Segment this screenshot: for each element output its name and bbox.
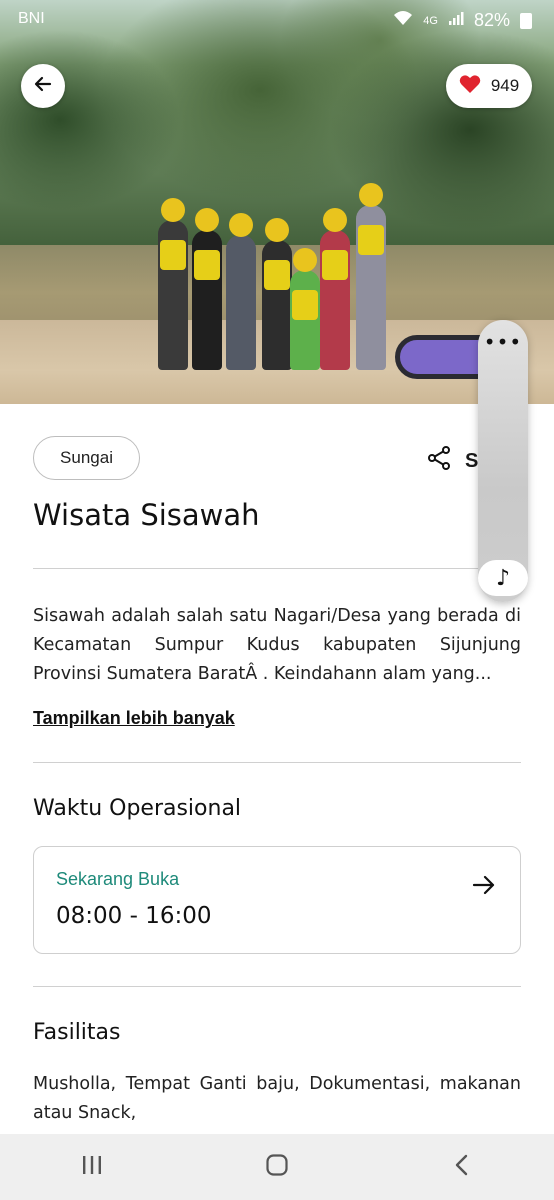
status-left-text: BNI xyxy=(18,10,45,27)
back-button[interactable] xyxy=(21,64,65,108)
share-button[interactable]: S xyxy=(427,446,478,476)
battery-percent: 82% xyxy=(473,10,510,30)
back-nav-icon[interactable] xyxy=(450,1153,474,1181)
status-right: 4G 82% xyxy=(393,10,532,31)
hero-photo xyxy=(0,0,554,404)
facilities-heading: Fasilitas xyxy=(33,1020,121,1045)
divider xyxy=(33,986,521,987)
share-label: S xyxy=(465,449,479,472)
arrow-right-icon xyxy=(472,873,496,901)
description-text: Sisawah adalah salah satu Nagari/Desa ya… xyxy=(33,606,521,684)
hero-people-group xyxy=(150,183,410,370)
operational-hours-card[interactable]: Sekarang Buka 08:00 - 16:00 xyxy=(33,846,521,954)
network-label: 4G xyxy=(423,14,438,27)
status-bar: BNI 4G 82% xyxy=(0,0,554,44)
recent-apps-icon[interactable] xyxy=(80,1154,104,1180)
more-options-icon[interactable]: ••• xyxy=(478,332,528,352)
home-icon[interactable] xyxy=(265,1153,289,1181)
system-nav-bar xyxy=(0,1134,554,1200)
category-chip[interactable]: Sungai xyxy=(33,436,140,480)
like-button[interactable]: 949 xyxy=(446,64,532,108)
arrow-left-icon xyxy=(34,75,52,97)
operational-heading: Waktu Operasional xyxy=(33,796,242,821)
divider xyxy=(33,762,521,763)
open-status: Sekarang Buka xyxy=(56,869,180,889)
facilities-text: Musholla, Tempat Ganti baju, Dokumentasi… xyxy=(33,1074,521,1123)
operating-hours: 08:00 - 16:00 xyxy=(56,903,212,929)
battery-icon xyxy=(520,12,532,29)
wifi-icon xyxy=(393,10,413,31)
floating-overlay-panel[interactable]: ••• ♪ xyxy=(478,320,528,602)
heart-icon xyxy=(459,74,481,99)
show-more-link[interactable]: Tampilkan lebih banyak xyxy=(33,708,235,729)
signal-icon xyxy=(448,10,464,31)
music-note-icon[interactable]: ♪ xyxy=(478,560,528,596)
like-count: 949 xyxy=(490,76,520,95)
divider xyxy=(33,568,521,569)
page-title: Wisata Sisawah xyxy=(33,498,260,532)
share-icon xyxy=(427,446,451,476)
